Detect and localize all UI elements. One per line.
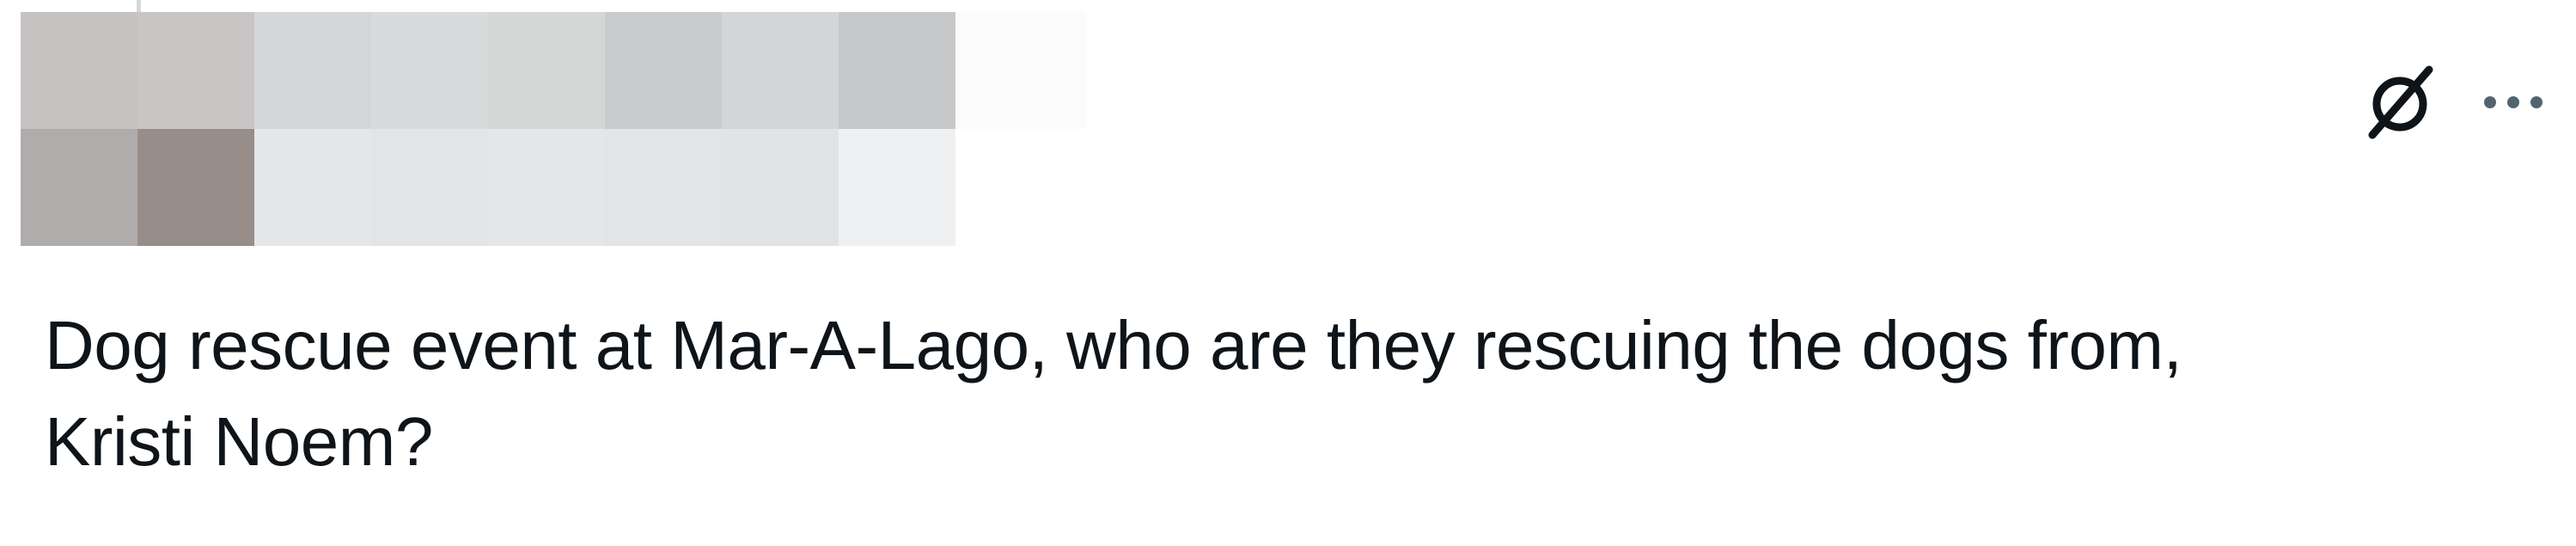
thread-connector-line	[137, 0, 141, 12]
redacted-author-header	[21, 12, 1086, 246]
more-horizontal-icon	[2484, 96, 2542, 108]
post-actions	[2353, 55, 2576, 150]
grok-icon	[2368, 65, 2433, 139]
grok-button[interactable]	[2353, 55, 2447, 150]
more-options-button[interactable]	[2481, 55, 2576, 150]
post-text: Dog rescue event at Mar-A-Lago, who are …	[45, 307, 2182, 480]
